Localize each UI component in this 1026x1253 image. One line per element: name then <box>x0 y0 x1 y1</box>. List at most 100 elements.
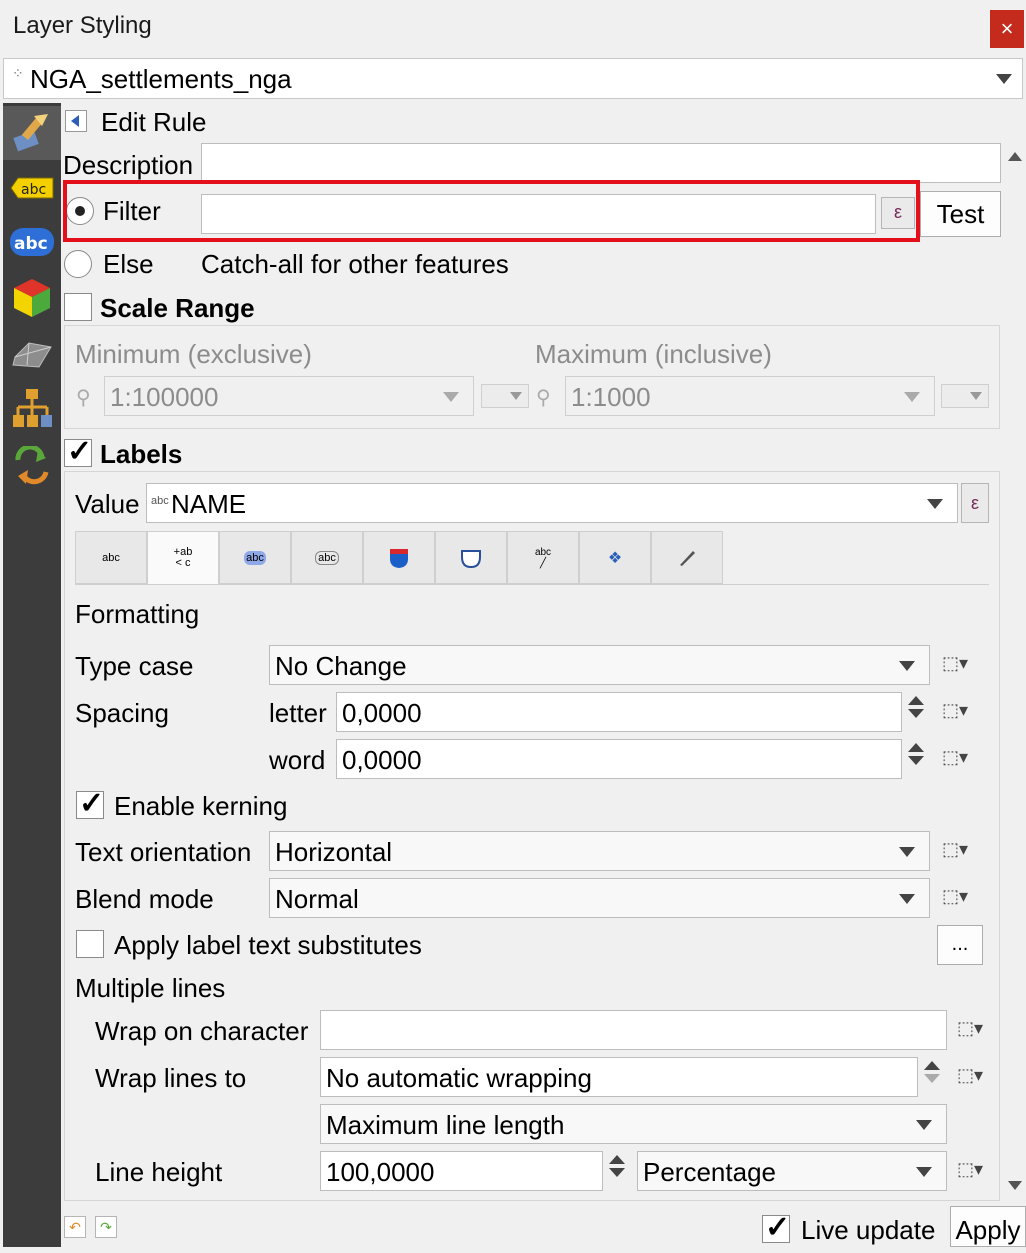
wrap-mode-combo[interactable]: Maximum line length <box>320 1104 947 1144</box>
spacing-label: Spacing <box>75 698 169 728</box>
multiple-lines-title: Multiple lines <box>75 973 226 1003</box>
type-case-label: Type case <box>75 651 194 681</box>
wrap-char-label: Wrap on character <box>95 1016 309 1046</box>
history-icon[interactable] <box>9 446 55 486</box>
wrap-lines-stepper[interactable] <box>919 1057 945 1097</box>
data-defined-override-icon[interactable]: ⬚▾ <box>942 700 968 721</box>
chevron-down-icon <box>443 392 459 402</box>
mesh-icon[interactable] <box>9 334 55 374</box>
data-defined-override-icon[interactable]: ⬚▾ <box>942 839 968 860</box>
scale-range-label: Scale Range <box>100 293 255 323</box>
tab-shadow[interactable] <box>435 531 507 584</box>
layer-selector[interactable]: ⁘ NGA_settlements_nga <box>3 58 1023 99</box>
apply-button[interactable]: Apply <box>950 1206 1026 1247</box>
paintbrush-icon[interactable] <box>9 112 55 152</box>
line-height-stepper[interactable] <box>604 1151 630 1191</box>
min-scale-extent-button[interactable] <box>481 384 529 408</box>
kerning-checkbox[interactable] <box>76 786 104 821</box>
substitutes-checkbox[interactable] <box>76 930 104 958</box>
else-label: Else <box>103 249 154 279</box>
svg-text:abc: abc <box>21 182 46 198</box>
word-label: word <box>269 745 326 775</box>
value-label: Value <box>75 489 140 519</box>
test-button[interactable]: Test <box>920 191 1001 237</box>
word-spacing-input[interactable]: 0,0000 <box>336 739 902 779</box>
letter-label: letter <box>269 698 327 728</box>
letter-spacing-stepper[interactable] <box>903 692 929 732</box>
max-scale-extent-button[interactable] <box>941 384 989 408</box>
scale-range-checkbox[interactable] <box>64 293 92 321</box>
sidebar <box>3 103 61 1247</box>
chevron-down-icon <box>904 392 920 402</box>
wrap-lines-input[interactable]: No automatic wrapping <box>320 1057 918 1097</box>
line-height-label: Line height <box>95 1157 223 1187</box>
tab-background[interactable] <box>363 531 435 584</box>
labels-checkbox[interactable] <box>64 434 92 469</box>
letter-spacing-input[interactable]: 0,0000 <box>336 692 902 732</box>
blend-mode-combo[interactable]: Normal <box>269 878 930 918</box>
blend-mode-label: Blend mode <box>75 884 214 914</box>
scroll-up-icon[interactable] <box>1008 152 1022 161</box>
chevron-left-icon <box>71 115 79 127</box>
chevron-down-icon <box>899 894 915 904</box>
layer-name: NGA_settlements_nga <box>30 64 292 94</box>
chevron-down-icon <box>510 392 522 400</box>
edit-rule-title: Edit Rule <box>101 107 207 137</box>
live-update-label: Live update <box>801 1215 936 1245</box>
line-height-unit-combo[interactable]: Percentage <box>637 1151 947 1191</box>
chevron-down-icon <box>927 499 943 509</box>
collapse-button[interactable] <box>65 110 87 132</box>
chevron-down-icon <box>899 847 915 857</box>
text-orientation-label: Text orientation <box>75 837 252 867</box>
value-field-combo[interactable]: abc NAME <box>146 483 958 523</box>
labels-icon[interactable]: abc <box>9 222 55 262</box>
else-radio[interactable] <box>64 250 92 278</box>
close-button[interactable]: × <box>990 10 1024 48</box>
diagram-icon[interactable] <box>9 388 55 428</box>
chevron-down-icon <box>970 392 982 400</box>
type-case-combo[interactable]: No Change <box>269 645 930 685</box>
min-scale-label: Minimum (exclusive) <box>75 339 312 369</box>
line-height-input[interactable]: 100,0000 <box>320 1151 603 1191</box>
tab-buffer[interactable]: abc <box>219 531 291 584</box>
else-description: Catch-all for other features <box>201 249 509 279</box>
undo-button[interactable]: ↶ <box>64 1216 86 1238</box>
text-orientation-combo[interactable]: Horizontal <box>269 831 930 871</box>
highlight-box <box>63 180 920 242</box>
chevron-down-icon <box>899 661 915 671</box>
chevron-down-icon <box>916 1167 932 1177</box>
tab-text[interactable]: abc <box>75 531 147 584</box>
data-defined-override-icon[interactable]: ⬚▾ <box>957 1065 983 1086</box>
zoom-out-icon: ⚲ <box>76 387 91 409</box>
substitutes-edit-button[interactable]: ... <box>937 925 983 965</box>
tab-mask[interactable]: abc <box>291 531 363 584</box>
wrap-char-input[interactable] <box>320 1010 947 1050</box>
string-field-icon: abc <box>151 495 169 507</box>
max-scale-label: Maximum (inclusive) <box>535 339 772 369</box>
data-defined-override-icon[interactable]: ⬚▾ <box>942 653 968 674</box>
data-defined-override-icon[interactable]: ⬚▾ <box>957 1018 983 1039</box>
single-label-icon[interactable]: abc <box>9 168 55 208</box>
min-scale-combo[interactable]: 1:100000 <box>104 376 474 416</box>
zoom-in-icon: ⚲ <box>536 387 551 409</box>
data-defined-override-icon[interactable]: ⬚▾ <box>942 886 968 907</box>
tab-placement[interactable]: ❖ <box>579 531 651 584</box>
data-defined-override-icon[interactable]: ⬚▾ <box>942 747 968 768</box>
scrollbar[interactable] <box>1003 140 1026 1200</box>
redo-button[interactable]: ↷ <box>95 1216 117 1238</box>
3d-view-icon[interactable] <box>9 278 55 318</box>
max-scale-combo[interactable]: 1:1000 <box>565 376 935 416</box>
data-defined-override-icon[interactable]: ⬚▾ <box>957 1159 983 1180</box>
live-update-checkbox[interactable] <box>762 1210 790 1245</box>
chevron-down-icon <box>996 74 1012 84</box>
kerning-label: Enable kerning <box>114 791 288 821</box>
tab-rendering[interactable] <box>651 531 723 584</box>
scroll-down-icon[interactable] <box>1008 1181 1022 1190</box>
word-spacing-stepper[interactable] <box>903 739 929 779</box>
tab-callouts[interactable]: abc ╱ <box>507 531 579 584</box>
description-input[interactable] <box>201 143 1001 183</box>
window-title: Layer Styling <box>13 12 152 39</box>
value-expression-button[interactable]: ε <box>961 483 989 523</box>
formatting-title: Formatting <box>75 599 200 629</box>
tab-formatting[interactable]: +ab < c <box>147 531 219 584</box>
